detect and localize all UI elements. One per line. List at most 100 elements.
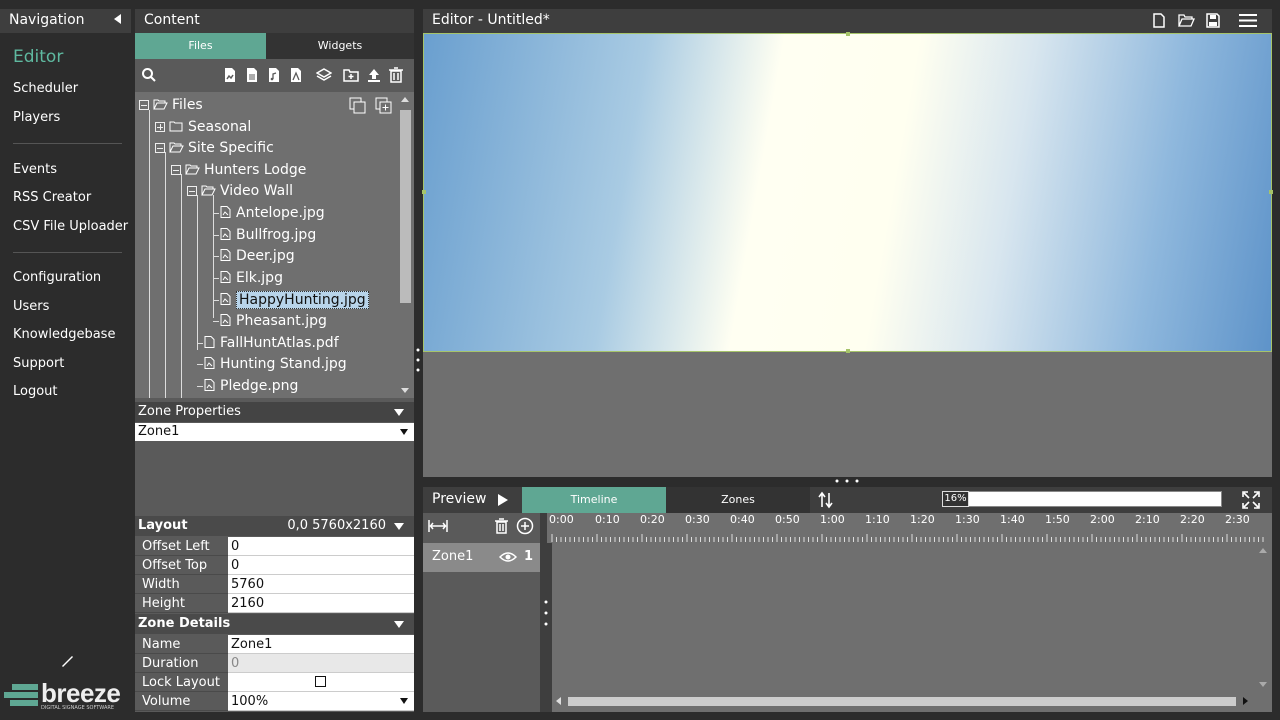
nav-item-events[interactable]: Events <box>13 162 57 177</box>
scroll-up-icon[interactable] <box>1259 548 1267 553</box>
save-icon[interactable] <box>1206 13 1220 28</box>
tree-item[interactable]: Pheasant.jpg <box>220 311 327 331</box>
content-title: Content <box>135 9 414 33</box>
offset-left-input[interactable]: 0 <box>228 537 414 556</box>
add-copy-icon[interactable] <box>375 97 393 115</box>
tree-item[interactable]: Site Specific <box>155 138 274 158</box>
nav-item-players[interactable]: Players <box>13 110 60 125</box>
collapse-icon[interactable] <box>155 143 165 153</box>
nav-item-scheduler[interactable]: Scheduler <box>13 81 78 96</box>
tree-item[interactable]: Bullfrog.jpg <box>220 225 316 245</box>
new-document-icon[interactable] <box>244 67 260 83</box>
nav-item-users[interactable]: Users <box>13 299 49 314</box>
scroll-right-icon[interactable] <box>1243 697 1248 705</box>
timeline-track-area[interactable] <box>552 543 1256 693</box>
tree-item[interactable]: Pledge.png <box>204 376 298 396</box>
tree-item[interactable]: Video Wall <box>187 181 293 201</box>
tab-widgets[interactable]: Widgets <box>266 33 414 59</box>
collapse-nav-icon[interactable] <box>114 14 121 24</box>
nav-item-knowledgebase[interactable]: Knowledgebase <box>13 327 115 342</box>
resize-handle[interactable] <box>846 32 850 36</box>
tree-item[interactable]: Hunters Lodge <box>171 160 306 180</box>
tree-item[interactable]: Deer.jpg <box>220 246 295 266</box>
layout-canvas-zone[interactable] <box>422 32 1273 353</box>
open-folder-icon[interactable] <box>1178 13 1195 28</box>
tree-item[interactable]: Seasonal <box>155 117 251 137</box>
tab-zones[interactable]: Zones <box>666 487 810 513</box>
nav-item-logout[interactable]: Logout <box>13 384 58 399</box>
width-input[interactable]: 5760 <box>228 575 414 594</box>
add-circle-icon[interactable] <box>516 517 534 535</box>
layout-header[interactable]: Layout 0,0 5760x2160 <box>135 516 414 536</box>
tick-label: 1:30 <box>955 513 980 526</box>
upload-icon[interactable] <box>366 67 382 83</box>
nav-item-configuration[interactable]: Configuration <box>13 270 101 285</box>
collapse-icon[interactable] <box>394 523 404 530</box>
nav-item-csv-uploader[interactable]: CSV File Uploader <box>13 219 128 234</box>
play-icon[interactable] <box>497 493 509 507</box>
menu-icon[interactable] <box>1239 13 1257 28</box>
timeline-hscroll-thumb[interactable] <box>568 697 1236 706</box>
resize-handle[interactable] <box>1269 190 1273 194</box>
nav-item-support[interactable]: Support <box>13 356 64 371</box>
scroll-down-icon[interactable] <box>401 388 409 393</box>
zoom-slider[interactable] <box>942 491 1222 507</box>
fullscreen-icon[interactable] <box>1242 491 1260 509</box>
resize-handle[interactable] <box>422 190 426 194</box>
tree-guide <box>213 235 219 236</box>
zone-properties-header[interactable]: Zone Properties <box>135 402 414 422</box>
tree-item[interactable]: FallHuntAtlas.pdf <box>204 333 339 353</box>
eye-icon[interactable] <box>499 551 517 563</box>
scroll-left-icon[interactable] <box>556 697 561 705</box>
height-input[interactable]: 2160 <box>228 594 414 613</box>
nav-item-rss-creator[interactable]: RSS Creator <box>13 190 91 205</box>
expand-icon[interactable] <box>155 122 165 132</box>
nav-title: Navigation <box>9 12 85 28</box>
tree-guide <box>213 278 219 279</box>
zone-details-header[interactable]: Zone Details <box>135 614 414 634</box>
tree-item[interactable]: Files <box>139 95 203 115</box>
timeline-vscrollbar[interactable] <box>1256 543 1270 693</box>
new-audio-icon[interactable] <box>266 67 282 83</box>
delete-icon[interactable] <box>494 518 509 534</box>
collapse-icon[interactable] <box>139 100 149 110</box>
tree-item[interactable]: Hunting Stand.jpg <box>204 354 347 374</box>
collapse-icon[interactable] <box>187 186 197 196</box>
panel-resize-handle[interactable] <box>416 346 420 374</box>
layers-icon[interactable] <box>316 67 332 83</box>
resize-handle[interactable] <box>846 349 850 353</box>
collapse-icon[interactable] <box>171 165 181 175</box>
image-file-icon <box>220 293 231 305</box>
zone-name-input[interactable]: Zone1 <box>228 635 414 654</box>
search-icon[interactable] <box>141 67 157 83</box>
collapse-icon[interactable] <box>394 621 404 628</box>
collapse-icon[interactable] <box>394 409 404 416</box>
copy-icon[interactable] <box>349 97 367 115</box>
editor-resize-handle[interactable] <box>834 478 860 484</box>
scroll-up-icon[interactable] <box>401 97 409 102</box>
tree-item[interactable]: Elk.jpg <box>220 268 283 288</box>
timeline-zone-row[interactable]: Zone1 1 <box>423 543 540 572</box>
new-file-icon[interactable] <box>1152 13 1166 28</box>
volume-select[interactable]: 100% <box>228 692 414 711</box>
tree-item-label: Elk.jpg <box>236 270 283 286</box>
scroll-down-icon[interactable] <box>1259 682 1267 687</box>
tab-files[interactable]: Files <box>135 33 266 59</box>
new-image-icon[interactable] <box>222 67 238 83</box>
duration-input: 0 <box>228 654 414 673</box>
lock-layout-checkbox[interactable] <box>315 676 326 687</box>
zone-select[interactable]: Zone1 <box>135 423 414 441</box>
zoom-slider-thumb[interactable]: 16% <box>942 491 969 507</box>
delete-icon[interactable] <box>388 67 404 83</box>
tab-timeline[interactable]: Timeline <box>522 487 666 513</box>
tree-item[interactable]: Antelope.jpg <box>220 203 325 223</box>
brush-icon[interactable] <box>60 655 74 667</box>
new-pdf-icon[interactable] <box>288 67 304 83</box>
nav-item-editor[interactable]: Editor <box>13 47 63 67</box>
swap-order-icon[interactable] <box>818 491 834 509</box>
offset-top-input[interactable]: 0 <box>228 556 414 575</box>
fit-width-icon[interactable] <box>428 519 448 533</box>
tree-item-selected[interactable]: HappyHunting.jpg <box>220 290 369 310</box>
new-folder-icon[interactable] <box>343 67 359 83</box>
tree-scroll-thumb[interactable] <box>400 110 411 303</box>
